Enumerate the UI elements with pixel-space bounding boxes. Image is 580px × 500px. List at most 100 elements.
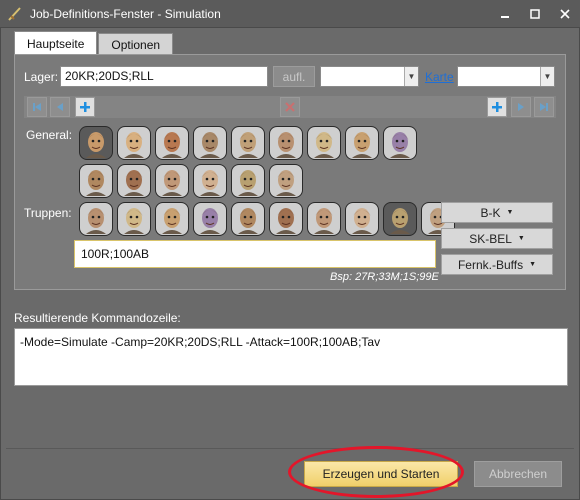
minimize-icon (501, 15, 509, 18)
general-portrait[interactable] (155, 126, 189, 160)
general-portrait[interactable] (193, 126, 227, 160)
prev-icon (57, 103, 63, 111)
camp-input[interactable]: 20KR;20DS;RLL (60, 66, 268, 87)
general-portrait[interactable] (79, 126, 113, 160)
portrait-icon (162, 132, 182, 158)
delete-button[interactable] (280, 97, 300, 117)
karte-link[interactable]: Karte (425, 70, 454, 84)
general-label: General: (26, 128, 73, 142)
troop-portrait[interactable] (269, 202, 303, 236)
add-button-right[interactable] (487, 97, 507, 117)
troops-label: Truppen: (24, 206, 72, 220)
result-textarea[interactable]: -Mode=Simulate -Camp=20KR;20DS;RLL -Atta… (14, 328, 568, 386)
next-icon (518, 103, 524, 111)
chevron-down-icon: ▼ (540, 67, 554, 86)
attack-example: Bsp: 27R;33M;1S;99E (330, 271, 439, 283)
portrait-icon (162, 170, 182, 196)
general-portrait[interactable] (79, 164, 113, 198)
close-icon (285, 102, 295, 112)
portrait-icon (200, 170, 220, 196)
result-label: Resultierende Kommandozeile: (14, 311, 181, 325)
caret-down-icon: ▼ (529, 261, 537, 268)
last-icon (540, 103, 548, 111)
add-button-left[interactable] (75, 97, 95, 117)
divider (6, 448, 574, 449)
tab-strip: Hauptseite Optionen (14, 31, 174, 56)
red-highlight-annotation (288, 446, 464, 498)
troop-portrait[interactable] (117, 202, 151, 236)
general-portrait[interactable] (231, 164, 265, 198)
aufl-button[interactable]: aufl. (273, 66, 315, 87)
general-portrait[interactable] (383, 126, 417, 160)
portrait-icon (200, 208, 220, 234)
portrait-icon (86, 170, 106, 196)
portrait-icon (86, 208, 106, 234)
portrait-icon (124, 132, 144, 158)
portrait-icon (276, 208, 296, 234)
general-portrait[interactable] (307, 126, 341, 160)
tab-optionen[interactable]: Optionen (98, 33, 174, 56)
camp-label: Lager: (24, 70, 59, 84)
bk-button[interactable]: B-K ▼ (441, 202, 553, 223)
bk-button-label: B-K (480, 205, 501, 220)
portrait-icon (276, 132, 296, 158)
portrait-icon (200, 132, 220, 158)
general-portrait[interactable] (155, 164, 189, 198)
portrait-icon (314, 132, 334, 158)
general-portrait[interactable] (193, 164, 227, 198)
last-button[interactable] (534, 97, 554, 117)
next-button[interactable] (511, 97, 531, 117)
portrait-icon (238, 132, 258, 158)
general-portrait[interactable] (269, 126, 303, 160)
tab-hauptseite[interactable]: Hauptseite (14, 31, 98, 55)
close-icon (560, 8, 570, 19)
sk-bel-button-label: SK-BEL (469, 231, 512, 246)
troop-portrait[interactable] (155, 202, 189, 236)
restore-button[interactable] (520, 0, 550, 27)
attack-input[interactable]: 100R;100AB (74, 240, 436, 268)
troop-portrait[interactable] (231, 202, 265, 236)
general-portrait[interactable] (345, 126, 379, 160)
portrait-icon (86, 132, 106, 158)
portrait-icon (314, 208, 334, 234)
caret-down-icon: ▼ (506, 209, 514, 216)
window-title: Job-Definitions-Fenster - Simulation (30, 6, 221, 21)
general-portrait[interactable] (117, 164, 151, 198)
title-bar: Job-Definitions-Fenster - Simulation (0, 0, 580, 27)
fernk-buffs-button[interactable]: Fernk.-Buffs ▼ (441, 254, 553, 275)
sk-bel-button[interactable]: SK-BEL ▼ (441, 228, 553, 249)
sword-icon (8, 6, 21, 21)
portrait-icon (124, 170, 144, 196)
portrait-icon (162, 208, 182, 234)
camp-combo-1[interactable]: ▼ (320, 66, 419, 87)
camp-combo-2[interactable]: ▼ (457, 66, 555, 87)
portrait-icon (390, 132, 410, 158)
troop-portrait[interactable] (345, 202, 379, 236)
troop-portrait[interactable] (383, 202, 417, 236)
portrait-icon (352, 208, 372, 234)
caret-down-icon: ▼ (517, 235, 525, 242)
troop-portrait[interactable] (193, 202, 227, 236)
portrait-icon (352, 132, 372, 158)
troop-portrait[interactable] (79, 202, 113, 236)
portrait-icon (238, 208, 258, 234)
portrait-icon (124, 208, 144, 234)
portrait-icon (390, 208, 410, 234)
portrait-icon (238, 170, 258, 196)
cancel-button[interactable]: Abbrechen (474, 461, 562, 487)
restore-icon (530, 8, 540, 19)
general-portrait[interactable] (269, 164, 303, 198)
nav-toolbar (24, 96, 556, 118)
first-icon (33, 103, 41, 111)
minimize-button[interactable] (490, 0, 520, 27)
portrait-icon (276, 170, 296, 196)
plus-icon (492, 102, 502, 112)
chevron-down-icon: ▼ (404, 67, 418, 86)
close-button[interactable] (550, 0, 580, 27)
general-portrait[interactable] (117, 126, 151, 160)
first-button[interactable] (27, 97, 47, 117)
prev-button[interactable] (50, 97, 70, 117)
troop-portrait[interactable] (307, 202, 341, 236)
general-portrait[interactable] (231, 126, 265, 160)
fernk-buffs-button-label: Fernk.-Buffs (457, 257, 524, 272)
